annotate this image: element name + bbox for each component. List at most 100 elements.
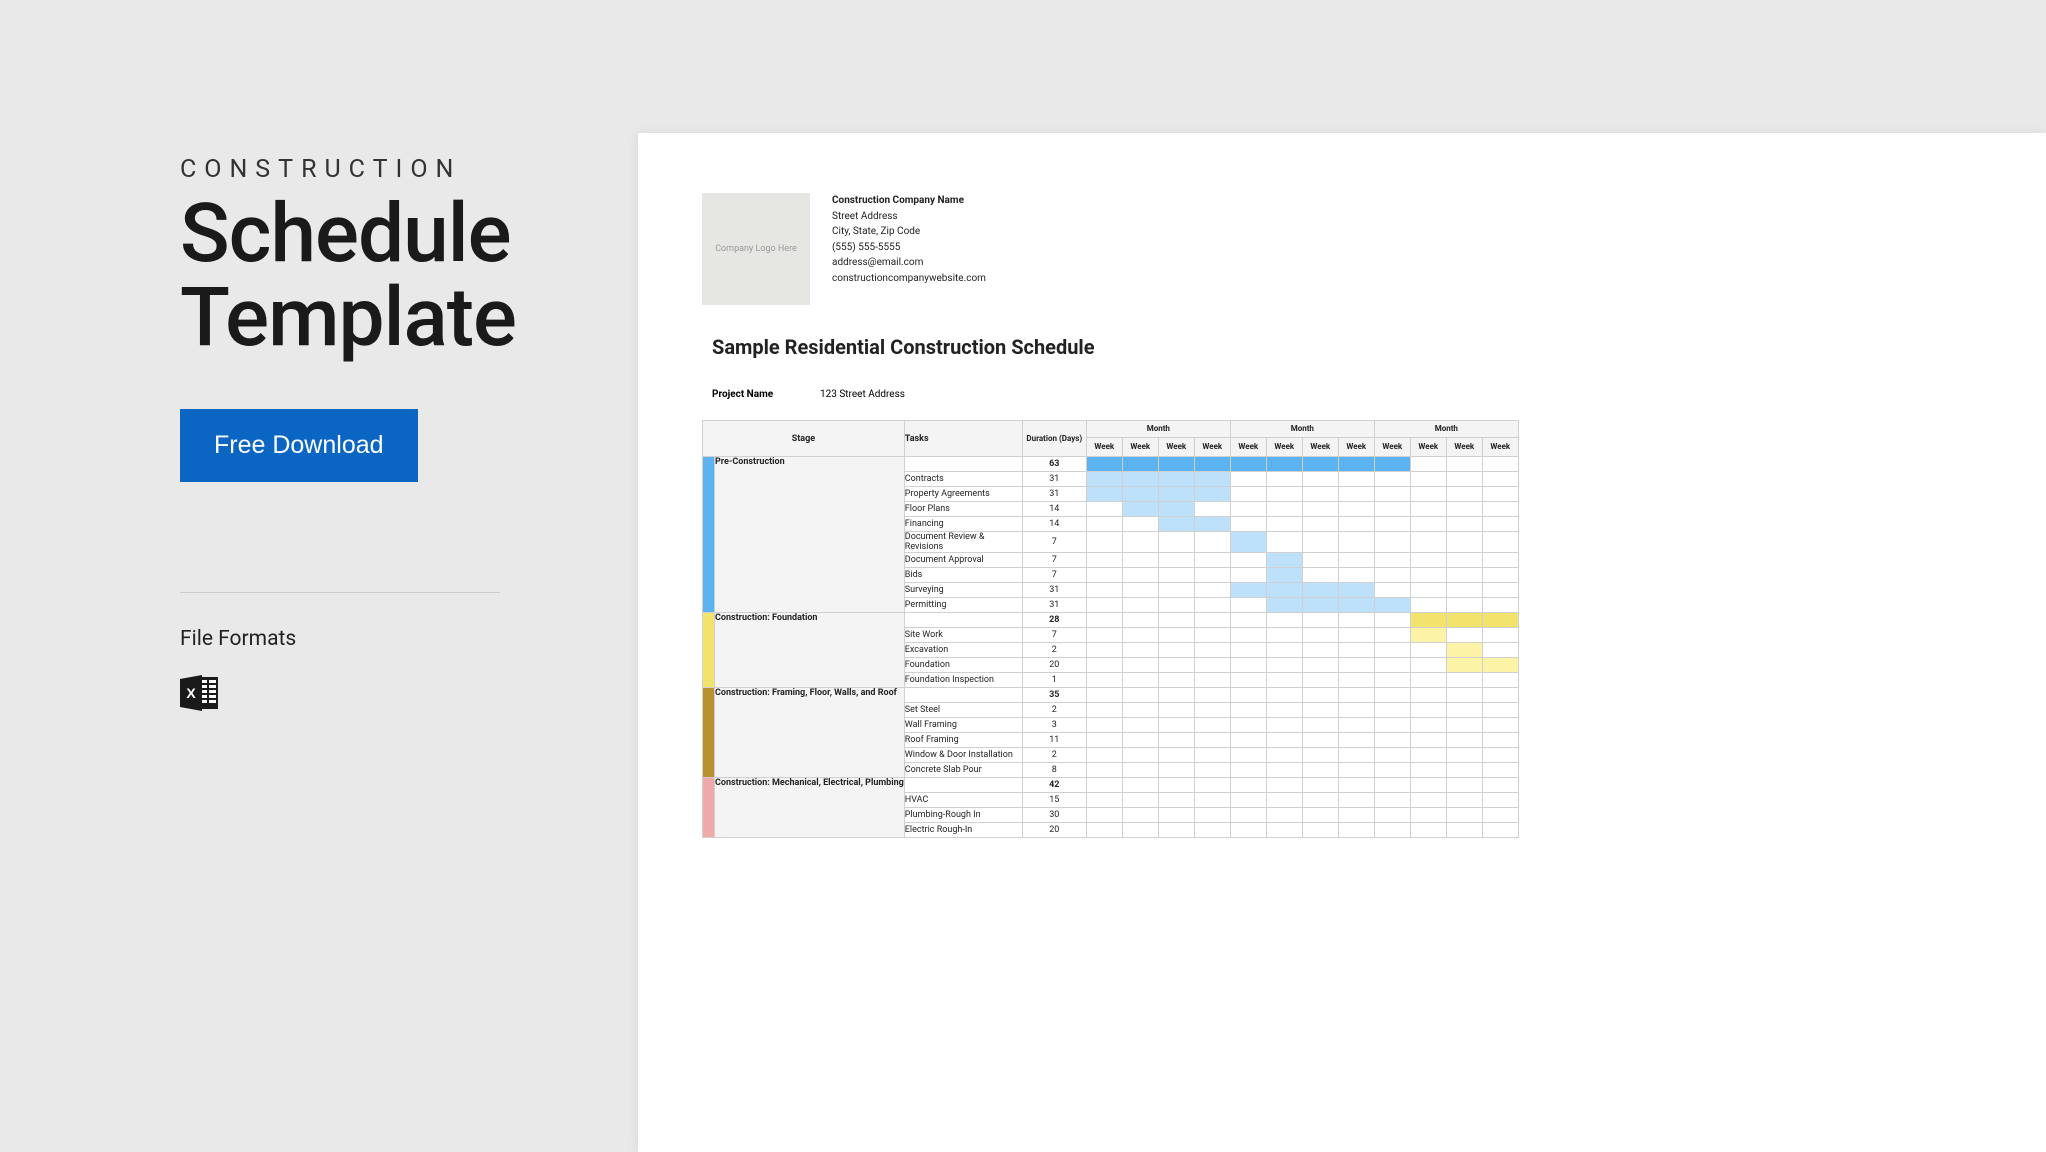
gantt-cell [1086, 808, 1122, 823]
stage-color-bar [703, 778, 715, 838]
stage-row: Pre-Construction63 [703, 457, 1519, 472]
gantt-cell [1122, 793, 1158, 808]
gantt-cell [1122, 457, 1158, 472]
gantt-cell [1086, 733, 1122, 748]
gantt-cell [1374, 688, 1410, 703]
gantt-cell [1158, 487, 1194, 502]
free-download-button[interactable]: Free Download [180, 409, 418, 482]
task-duration: 11 [1022, 733, 1086, 748]
gantt-cell [1086, 643, 1122, 658]
gantt-cell [1410, 532, 1446, 553]
gantt-cell [1230, 688, 1266, 703]
company-phone: (555) 555-5555 [832, 240, 986, 256]
stage-summary-task [904, 688, 1022, 703]
gantt-cell [1266, 553, 1302, 568]
gantt-cell [1482, 718, 1518, 733]
gantt-cell [1446, 532, 1482, 553]
gantt-cell [1482, 763, 1518, 778]
gantt-cell [1302, 778, 1338, 793]
stage-row: Construction: Foundation28 [703, 613, 1519, 628]
gantt-cell [1410, 628, 1446, 643]
gantt-cell [1410, 793, 1446, 808]
gantt-cell [1266, 502, 1302, 517]
gantt-cell [1230, 748, 1266, 763]
company-logo-placeholder: Company Logo Here [702, 193, 810, 305]
gantt-cell [1266, 472, 1302, 487]
gantt-cell [1086, 487, 1122, 502]
gantt-cell [1194, 457, 1230, 472]
gantt-cell [1446, 487, 1482, 502]
gantt-cell [1302, 553, 1338, 568]
company-street: Street Address [832, 209, 986, 225]
gantt-cell [1194, 748, 1230, 763]
task-name: Contracts [904, 472, 1022, 487]
page-title: Schedule Template [180, 192, 600, 361]
gantt-cell [1446, 763, 1482, 778]
task-name: Bids [904, 568, 1022, 583]
gantt-cell [1230, 658, 1266, 673]
gantt-cell [1374, 673, 1410, 688]
gantt-cell [1230, 733, 1266, 748]
gantt-cell [1374, 808, 1410, 823]
tasks-header: Tasks [904, 421, 1022, 457]
gantt-cell [1374, 613, 1410, 628]
gantt-cell [1122, 703, 1158, 718]
gantt-cell [1086, 763, 1122, 778]
gantt-cell [1338, 643, 1374, 658]
gantt-cell [1086, 748, 1122, 763]
gantt-cell [1230, 517, 1266, 532]
task-name: Document Approval [904, 553, 1022, 568]
task-duration: 31 [1022, 487, 1086, 502]
gantt-cell [1410, 823, 1446, 838]
stage-color-bar [703, 688, 715, 778]
task-duration: 14 [1022, 517, 1086, 532]
gantt-cell [1338, 703, 1374, 718]
svg-text:X: X [186, 685, 196, 701]
gantt-cell [1194, 502, 1230, 517]
gantt-cell [1158, 793, 1194, 808]
gantt-cell [1374, 733, 1410, 748]
gantt-cell [1122, 673, 1158, 688]
gantt-cell [1410, 808, 1446, 823]
gantt-cell [1338, 718, 1374, 733]
task-name: Financing [904, 517, 1022, 532]
gantt-cell [1158, 718, 1194, 733]
gantt-cell [1194, 673, 1230, 688]
gantt-cell [1230, 643, 1266, 658]
gantt-cell [1338, 658, 1374, 673]
gantt-cell [1446, 658, 1482, 673]
gantt-cell [1374, 517, 1410, 532]
task-name: Document Review & Revisions [904, 532, 1022, 553]
duration-header: Duration (Days) [1022, 421, 1086, 457]
gantt-cell [1374, 748, 1410, 763]
gantt-cell [1374, 553, 1410, 568]
gantt-cell [1374, 658, 1410, 673]
gantt-cell [1158, 763, 1194, 778]
gantt-cell [1122, 553, 1158, 568]
gantt-cell [1086, 532, 1122, 553]
gantt-cell [1374, 823, 1410, 838]
gantt-cell [1086, 583, 1122, 598]
task-duration: 7 [1022, 568, 1086, 583]
gantt-cell [1302, 718, 1338, 733]
task-duration: 30 [1022, 808, 1086, 823]
gantt-cell [1230, 703, 1266, 718]
gantt-cell [1194, 598, 1230, 613]
gantt-cell [1302, 673, 1338, 688]
gantt-cell [1446, 688, 1482, 703]
gantt-cell [1194, 472, 1230, 487]
gantt-cell [1482, 613, 1518, 628]
task-name: Roof Framing [904, 733, 1022, 748]
gantt-cell [1338, 688, 1374, 703]
gantt-cell [1374, 718, 1410, 733]
task-name: Floor Plans [904, 502, 1022, 517]
gantt-cell [1338, 613, 1374, 628]
gantt-cell [1410, 487, 1446, 502]
gantt-cell [1158, 778, 1194, 793]
gantt-cell [1158, 658, 1194, 673]
gantt-cell [1446, 748, 1482, 763]
gantt-cell [1194, 628, 1230, 643]
gantt-cell [1374, 487, 1410, 502]
gantt-cell [1446, 643, 1482, 658]
gantt-cell [1122, 778, 1158, 793]
